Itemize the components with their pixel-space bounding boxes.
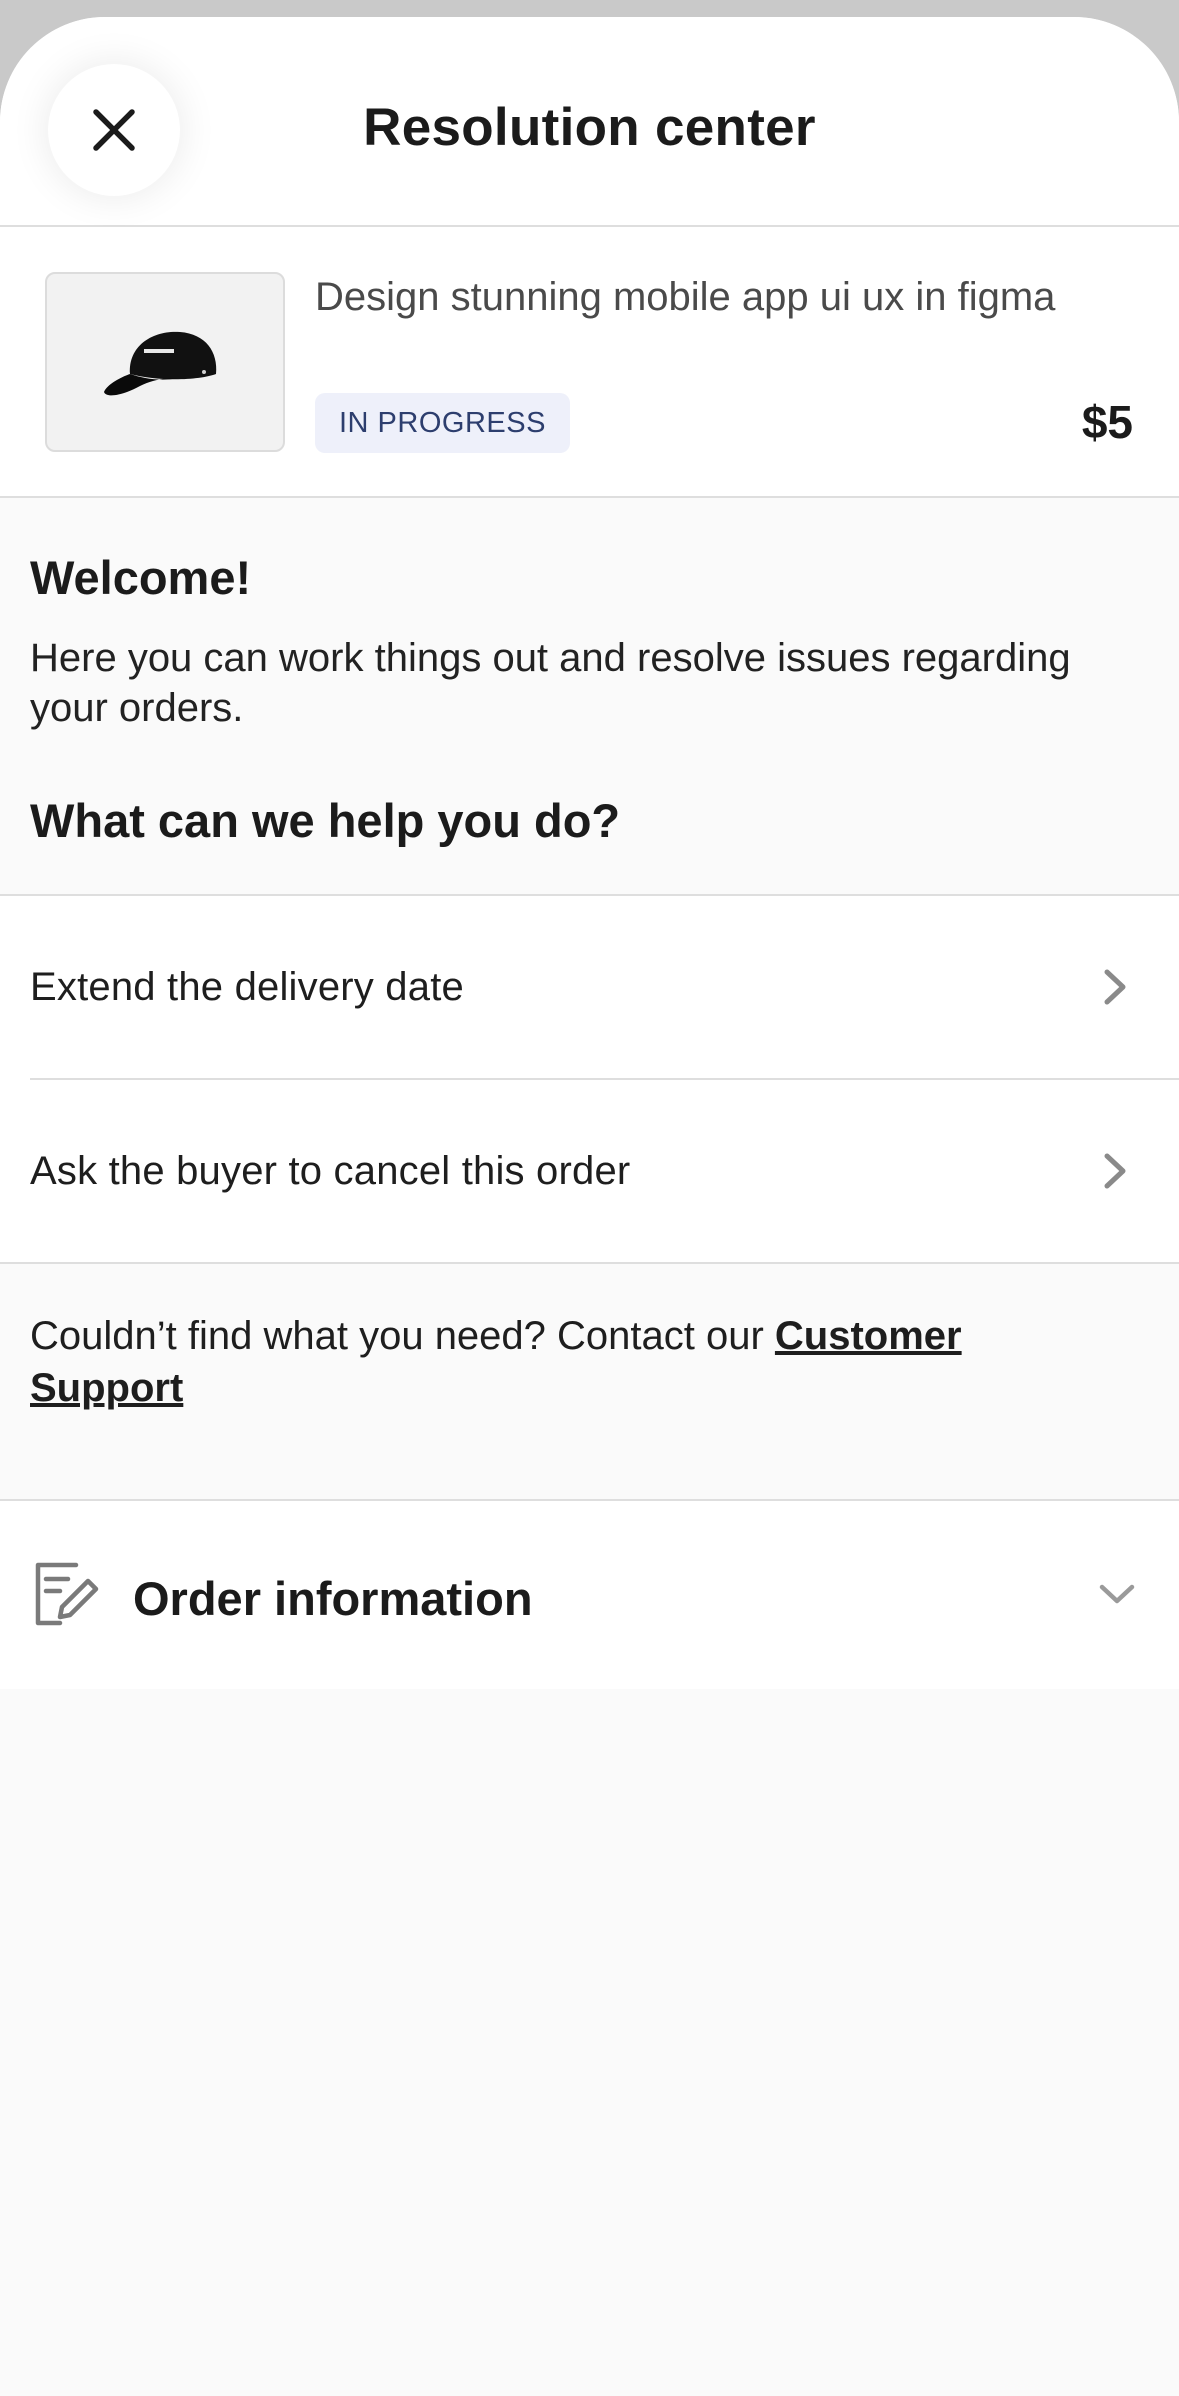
chevron-right-icon bbox=[1104, 969, 1126, 1005]
order-price: $5 bbox=[1081, 396, 1133, 448]
option-cancel-order[interactable]: Ask the buyer to cancel this order bbox=[0, 1080, 1179, 1262]
welcome-text: Here you can work things out and resolve… bbox=[30, 636, 1071, 730]
options-list: Extend the delivery date Ask the buyer t… bbox=[0, 896, 1179, 1264]
contact-section: Couldn’t find what you need? Contact our… bbox=[0, 1264, 1179, 1501]
chevron-right-icon bbox=[1104, 1153, 1126, 1189]
contact-prompt: Couldn’t find what you need? Contact our bbox=[30, 1314, 775, 1358]
option-label: Ask the buyer to cancel this order bbox=[30, 1148, 631, 1193]
header: Resolution center bbox=[0, 17, 1179, 227]
order-card[interactable]: Design stunning mobile app ui ux in figm… bbox=[0, 227, 1179, 498]
help-heading: What can we help you do? bbox=[30, 794, 621, 847]
order-information-row[interactable]: Order information bbox=[0, 1501, 1179, 1689]
order-title: Design stunning mobile app ui ux in figm… bbox=[315, 275, 1056, 319]
option-extend-delivery[interactable]: Extend the delivery date bbox=[0, 896, 1179, 1078]
order-thumbnail bbox=[45, 272, 285, 452]
resolution-sheet: Resolution center Design stunning mobile… bbox=[0, 17, 1179, 2396]
welcome-section: Welcome! Here you can work things out an… bbox=[0, 498, 1179, 896]
cap-image bbox=[104, 331, 217, 396]
option-label: Extend the delivery date bbox=[30, 964, 464, 1009]
welcome-heading: Welcome! bbox=[30, 551, 252, 604]
order-information-label: Order information bbox=[133, 1572, 533, 1625]
status-badge: IN PROGRESS bbox=[315, 393, 570, 453]
page-title: Resolution center bbox=[363, 98, 816, 157]
chevron-down-icon[interactable] bbox=[1097, 1581, 1137, 1607]
document-edit-icon bbox=[35, 1562, 99, 1626]
contact-text: Couldn’t find what you need? Contact our… bbox=[30, 1310, 1039, 1414]
